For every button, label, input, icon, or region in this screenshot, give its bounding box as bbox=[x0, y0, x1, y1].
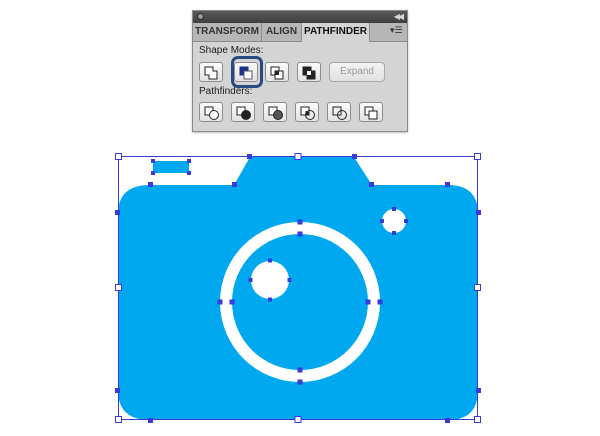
handle-bottom-left[interactable] bbox=[115, 416, 122, 423]
shutter-tab bbox=[153, 161, 189, 173]
artboard[interactable] bbox=[0, 0, 600, 436]
handle-bottom-center[interactable] bbox=[294, 416, 302, 423]
lens-highlight bbox=[251, 261, 289, 299]
flash-dot bbox=[382, 209, 406, 233]
handle-top-left[interactable] bbox=[115, 153, 122, 160]
handle-middle-right[interactable] bbox=[474, 284, 481, 291]
lens-inner bbox=[232, 234, 368, 370]
handle-top-right[interactable] bbox=[474, 153, 481, 160]
handle-top-center[interactable] bbox=[294, 153, 302, 160]
handle-bottom-right[interactable] bbox=[474, 416, 481, 423]
handle-middle-left[interactable] bbox=[115, 284, 122, 291]
